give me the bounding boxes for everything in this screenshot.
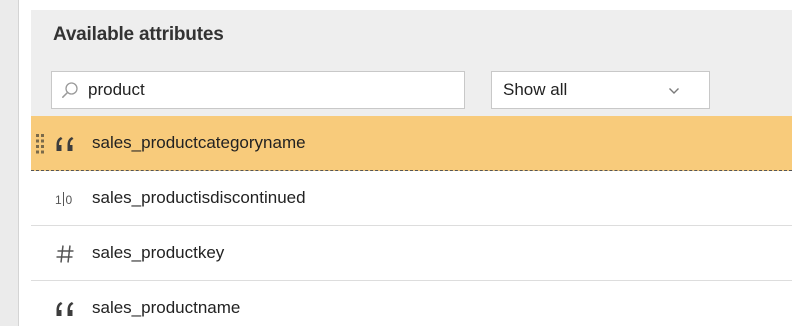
text-quote-icon bbox=[56, 302, 74, 316]
panel-title: Available attributes bbox=[53, 24, 224, 45]
search-box[interactable] bbox=[51, 71, 465, 109]
text-quote-icon bbox=[56, 137, 74, 151]
svg-text:1: 1 bbox=[55, 193, 62, 207]
attribute-label: sales_productkey bbox=[92, 243, 225, 262]
panel-header: Available attributes Show all bbox=[31, 10, 792, 116]
filter-selected-value: Show all bbox=[503, 80, 568, 99]
hash-icon bbox=[56, 245, 74, 263]
boolean-icon: 1 0 bbox=[55, 192, 73, 207]
attribute-row-sales-productname[interactable]: sales_productname bbox=[31, 281, 792, 326]
attribute-row-sales-productkey[interactable]: sales_productkey bbox=[31, 226, 792, 281]
svg-text:0: 0 bbox=[66, 193, 73, 207]
drag-handle-icon[interactable] bbox=[36, 134, 44, 154]
attribute-label: sales_productcategoryname bbox=[92, 133, 306, 152]
available-attributes-panel: Available attributes Show all bbox=[31, 10, 792, 326]
left-gutter bbox=[0, 0, 18, 326]
show-filter-dropdown[interactable]: Show all bbox=[491, 71, 710, 109]
search-input[interactable] bbox=[88, 72, 458, 108]
gutter-divider bbox=[18, 0, 19, 326]
app-frame: Available attributes Show all bbox=[0, 0, 792, 326]
chevron-down-icon bbox=[669, 88, 679, 94]
attribute-label: sales_productisdiscontinued bbox=[92, 188, 306, 207]
attribute-list: sales_productcategoryname 1 0 sales_prod… bbox=[31, 116, 792, 326]
search-icon bbox=[62, 82, 78, 98]
attribute-label: sales_productname bbox=[92, 298, 241, 317]
attribute-row-sales-productcategoryname[interactable]: sales_productcategoryname bbox=[31, 116, 792, 171]
attribute-row-sales-productisdiscontinued[interactable]: 1 0 sales_productisdiscontinued bbox=[31, 171, 792, 226]
